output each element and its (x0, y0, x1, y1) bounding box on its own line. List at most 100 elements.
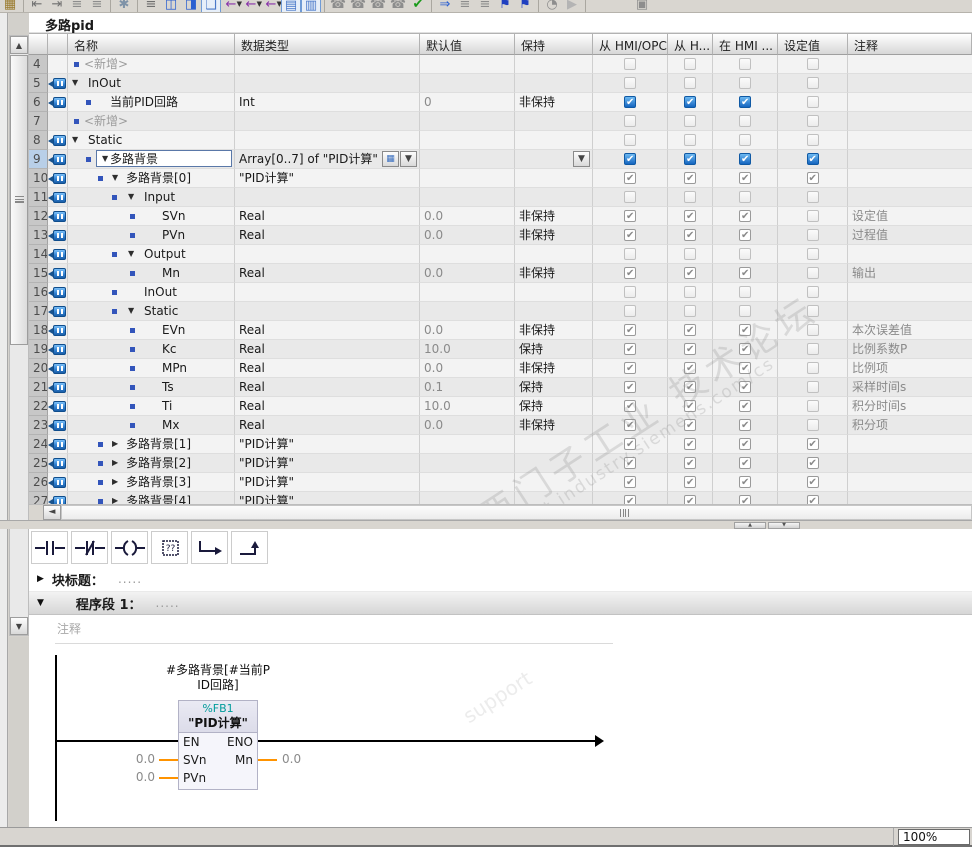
absolute-view-toggle-icon[interactable]: ▤ (281, 0, 301, 12)
data-type-cell[interactable]: Int (235, 93, 420, 112)
mn-operand[interactable]: 0.0 (282, 752, 312, 766)
collapse-right-icon[interactable]: ▶ (37, 574, 44, 584)
name-cell[interactable]: ▶ 多路背景[4] (68, 492, 235, 504)
db-lock-icon[interactable]: ▣ (632, 0, 652, 12)
align-icon[interactable]: ≡ (141, 0, 161, 12)
data-type-cell[interactable] (235, 112, 420, 131)
row-number[interactable]: 13 (29, 226, 48, 245)
instance-db-label[interactable]: #多路背景[#当前P ID回路] (138, 663, 298, 693)
comment-cell[interactable] (848, 283, 972, 302)
name-cell[interactable]: ▶ 多路背景[2] (68, 454, 235, 473)
variable-name[interactable]: InOut (68, 283, 177, 301)
data-type-cell[interactable] (235, 74, 420, 93)
name-cell[interactable]: PVn (68, 226, 235, 245)
block-title-placeholder[interactable]: ..... (118, 572, 142, 586)
default-value-cell[interactable] (420, 150, 515, 169)
from-hmi-checkbox[interactable] (684, 341, 696, 358)
row-number[interactable]: 20 (29, 359, 48, 378)
in-hmi-checkbox[interactable] (739, 455, 751, 472)
symbolic-view-toggle-icon[interactable]: ▥ (301, 0, 321, 12)
insert-above-icon[interactable]: ≡ (67, 0, 87, 12)
from-hmi-checkbox[interactable] (684, 227, 696, 244)
name-cell[interactable]: ▼ 多路背景 (68, 150, 235, 169)
in-hmi-checkbox[interactable] (739, 208, 751, 225)
row-number[interactable]: 11 (29, 188, 48, 207)
retain-cell[interactable]: 非保持 (515, 416, 593, 435)
setpoint-checkbox[interactable] (806, 419, 819, 431)
comment-cell[interactable] (848, 55, 972, 74)
comment-cell[interactable] (848, 169, 972, 188)
retain-cell[interactable]: 非保持 (515, 264, 593, 283)
default-value-cell[interactable] (420, 454, 515, 473)
no-contact-button[interactable] (31, 531, 68, 564)
monitor-value-icon[interactable]: ◔ (542, 0, 562, 12)
in-hmi-checkbox[interactable] (739, 417, 751, 434)
setpoint-checkbox[interactable] (806, 170, 819, 187)
fb-call-block[interactable]: %FB1 "PID计算" EN ENO SVn Mn PVn (178, 700, 258, 790)
comment-cell[interactable]: 比例系数P (848, 340, 972, 359)
data-type-cell[interactable]: "PID计算" (235, 473, 420, 492)
retain-cell[interactable]: 非保持 (515, 226, 593, 245)
row-number[interactable]: 17 (29, 302, 48, 321)
comment-cell[interactable] (848, 74, 972, 93)
hmi-opc-checkbox[interactable] (624, 305, 636, 317)
hmi-opc-checkbox[interactable] (624, 286, 636, 298)
outline-collapse-icon[interactable]: ≡ (455, 0, 475, 12)
row-number[interactable]: 6 (29, 93, 48, 112)
block-title-section[interactable]: ▶ 块标题： ..... (29, 567, 972, 591)
insert-row-icon[interactable]: ⇤ (27, 0, 47, 12)
comment-cell[interactable] (848, 245, 972, 264)
in-hmi-checkbox[interactable] (739, 305, 751, 317)
variable-name[interactable]: 多路背景 (68, 150, 158, 168)
default-value-cell[interactable] (420, 188, 515, 207)
default-value-cell[interactable] (420, 112, 515, 131)
from-hmi-checkbox[interactable] (684, 286, 696, 298)
hmi-opc-checkbox[interactable] (624, 94, 636, 111)
setpoint-checkbox[interactable] (806, 362, 819, 374)
variable-name[interactable]: Ti (68, 397, 172, 415)
retain-cell[interactable] (515, 454, 593, 473)
data-type-cell[interactable]: Array[0..7] of "PID计算" ▦ ▼ (235, 150, 420, 169)
from-hmi-checkbox[interactable] (684, 151, 696, 168)
call-hierarchy-icon[interactable]: ☎ (388, 0, 408, 12)
horizontal-scrollbar[interactable]: ◄ (29, 504, 972, 521)
name-cell[interactable]: EVn (68, 321, 235, 340)
hmi-opc-checkbox[interactable] (624, 248, 636, 260)
default-value-cell[interactable] (420, 492, 515, 504)
row-number[interactable]: 22 (29, 397, 48, 416)
variable-name[interactable]: Input (68, 188, 175, 206)
in-hmi-checkbox[interactable] (739, 360, 751, 377)
retain-cell[interactable] (515, 112, 593, 131)
variable-name[interactable]: Static (68, 302, 178, 320)
name-cell[interactable]: 当前PID回路 (68, 93, 235, 112)
bookmark-next-icon[interactable]: ⚑ (495, 0, 515, 12)
setpoint-checkbox[interactable] (806, 474, 819, 491)
setpoint-checkbox[interactable] (806, 115, 819, 127)
variable-name[interactable]: InOut (68, 74, 121, 92)
in-hmi-checkbox[interactable] (739, 191, 751, 203)
setpoint-checkbox[interactable] (806, 343, 819, 355)
comment-cell[interactable] (848, 302, 972, 321)
name-cell[interactable]: Ts (68, 378, 235, 397)
hmi-opc-checkbox[interactable] (624, 151, 636, 168)
from-hmi-checkbox[interactable] (684, 417, 696, 434)
data-type-cell[interactable] (235, 283, 420, 302)
comment-cell[interactable] (848, 131, 972, 150)
row-number[interactable]: 21 (29, 378, 48, 397)
empty-box-button[interactable]: ?? (151, 531, 188, 564)
setpoint-checkbox[interactable] (806, 286, 819, 298)
setpoint-checkbox[interactable] (806, 493, 819, 504)
data-type-cell[interactable]: "PID计算" (235, 492, 420, 504)
retain-cell[interactable] (515, 55, 593, 74)
in-hmi-checkbox[interactable] (739, 436, 751, 453)
column-header[interactable]: 从 HMI/OPC.. (593, 33, 668, 55)
setpoint-checkbox[interactable] (806, 248, 819, 260)
comment-cell[interactable]: 过程值 (848, 226, 972, 245)
from-hmi-checkbox[interactable] (684, 77, 696, 89)
variable-name[interactable]: <新增> (68, 112, 128, 130)
default-value-cell[interactable]: 10.0 (420, 340, 515, 359)
from-hmi-checkbox[interactable] (684, 248, 696, 260)
name-cell[interactable]: ▼ Output (68, 245, 235, 264)
default-value-cell[interactable]: 10.0 (420, 397, 515, 416)
name-cell[interactable]: ▼ Input (68, 188, 235, 207)
